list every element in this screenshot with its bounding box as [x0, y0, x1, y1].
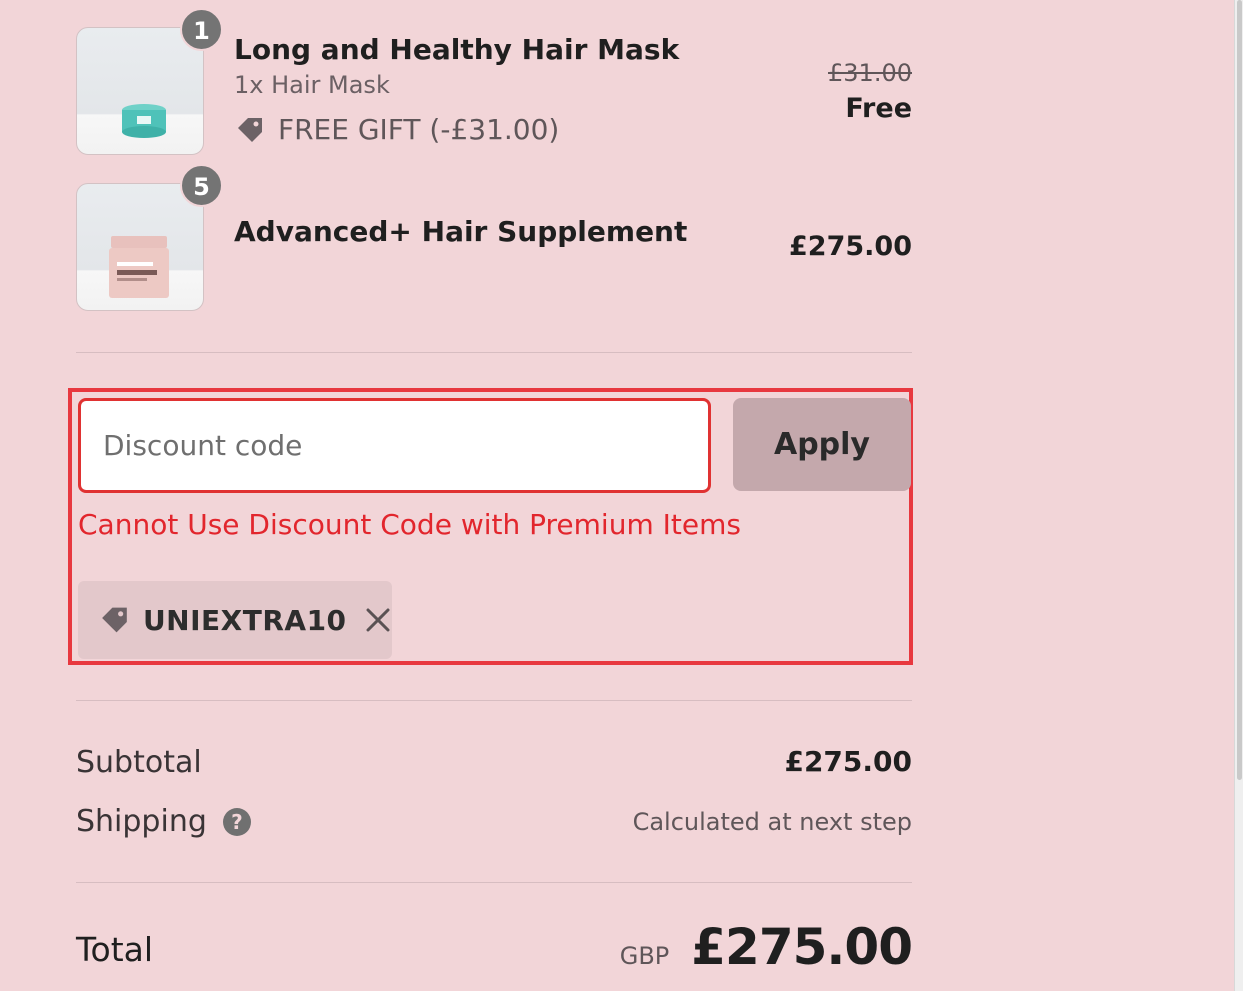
- item-price: £275.00: [789, 231, 912, 262]
- product-variant: 1x Hair Mask: [234, 71, 390, 99]
- total-amount: £275.00: [691, 918, 913, 976]
- tag-icon: [102, 607, 127, 633]
- currency-code: GBP: [619, 942, 670, 970]
- shipping-label-text: Shipping: [76, 804, 207, 839]
- free-gift-text: FREE GIFT (-£31.00): [278, 113, 560, 146]
- shipping-value: Calculated at next step: [632, 808, 912, 836]
- total-value-group: GBP £275.00: [619, 918, 913, 976]
- scrollbar[interactable]: [1234, 0, 1243, 991]
- product-image-hair-supplement: [76, 183, 204, 311]
- tag-icon: [238, 117, 262, 142]
- original-price: £31.00: [828, 59, 912, 87]
- teal-jar-icon: [122, 104, 166, 138]
- total-label: Total: [76, 930, 154, 969]
- discount-code-input[interactable]: [78, 398, 711, 493]
- product-title: Advanced+ Hair Supplement: [234, 215, 688, 248]
- subtotal-label: Subtotal: [76, 745, 202, 780]
- quantity-badge: 5: [180, 164, 223, 207]
- apply-button[interactable]: Apply: [733, 398, 911, 491]
- divider: [76, 352, 912, 353]
- applied-discount-code: UNIEXTRA10: [142, 603, 347, 637]
- product-title: Long and Healthy Hair Mask: [234, 33, 680, 66]
- order-summary-page: 1 Long and Healthy Hair Mask 1x Hair Mas…: [0, 0, 1243, 991]
- item-price: Free: [845, 93, 912, 124]
- quantity-badge: 1: [180, 8, 223, 51]
- pink-jar-icon: [109, 236, 169, 298]
- help-icon[interactable]: ?: [222, 807, 251, 836]
- line-item-hair-mask: 1 Long and Healthy Hair Mask 1x Hair Mas…: [76, 8, 912, 157]
- applied-discount-tag: UNIEXTRA10: [78, 581, 392, 659]
- discount-section: Apply Cannot Use Discount Code with Prem…: [68, 388, 913, 665]
- line-item-hair-supplement: 5 Advanced+ Hair Supplement £275.00: [76, 164, 912, 313]
- divider: [76, 700, 912, 701]
- discount-error-message: Cannot Use Discount Code with Premium It…: [78, 508, 741, 541]
- scrollbar-thumb[interactable]: [1237, 0, 1242, 780]
- free-gift-label: FREE GIFT (-£31.00): [234, 113, 559, 146]
- product-image-hair-mask: [76, 27, 204, 155]
- shipping-label: Shipping ?: [76, 804, 251, 839]
- close-icon[interactable]: [365, 605, 392, 635]
- divider: [76, 882, 912, 883]
- subtotal-value: £275.00: [784, 745, 912, 778]
